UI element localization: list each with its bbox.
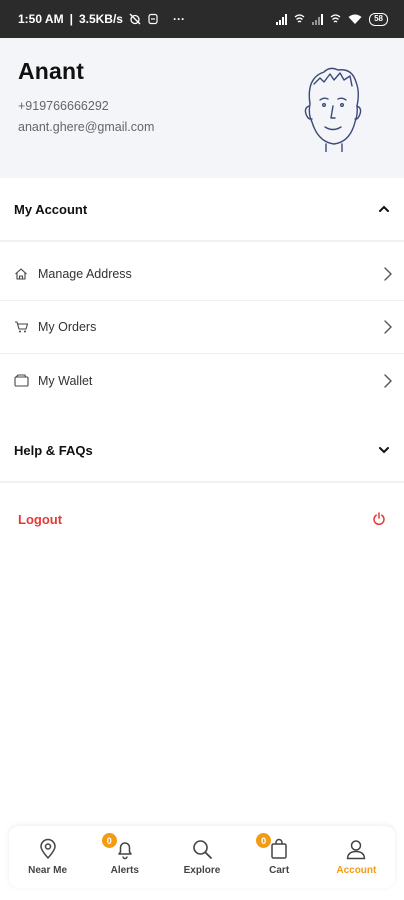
nav-item-near-me[interactable]: Near Me (13, 838, 83, 876)
status-separator: | (69, 12, 73, 26)
alarm-off-icon (129, 13, 141, 25)
signal-icon (276, 13, 288, 25)
logout-label: Logout (18, 511, 63, 527)
help-faqs-title: Help & FAQs (14, 442, 93, 458)
chevron-up-icon[interactable] (378, 204, 390, 214)
status-left: 1:50 AM | 3.5KB/s ··· (18, 12, 185, 26)
bag-icon (271, 838, 287, 859)
wifi-icon (348, 14, 362, 24)
chevron-right-icon (384, 373, 392, 388)
home-icon (14, 266, 30, 282)
search-icon (193, 840, 212, 859)
cart-icon (14, 319, 30, 335)
nav-label: Near Me (28, 865, 68, 876)
nav-label: Explore (183, 865, 221, 876)
nav-label: Cart (269, 865, 290, 876)
status-right: 58 (276, 12, 388, 26)
alerts-badge: 0 (101, 833, 117, 848)
my-account-menu: Manage Address My Orders My Wallet (0, 242, 404, 419)
nav-label: Account (336, 865, 377, 876)
menu-item-label: Manage Address (38, 267, 132, 281)
nav-item-cart[interactable]: 0 Cart (244, 833, 314, 876)
bell-icon (118, 842, 132, 860)
location-pin-icon (39, 838, 56, 859)
nav-item-alerts[interactable]: 0 Alerts (90, 833, 160, 876)
power-icon (373, 512, 385, 526)
help-faqs-header[interactable]: Help & FAQs (0, 419, 404, 481)
status-more-icon: ··· (172, 12, 185, 26)
menu-item-label: My Orders (38, 320, 97, 334)
my-account-header[interactable]: My Account (0, 178, 404, 240)
status-bar: 1:50 AM | 3.5KB/s ··· 58 (0, 0, 404, 38)
nav-item-explore[interactable]: Explore (167, 838, 237, 876)
bottom-nav: Near Me 0 Alerts Explore 0 Cart Account (9, 826, 395, 888)
nav-label: Alerts (110, 865, 139, 876)
menu-item-my-wallet[interactable]: My Wallet (0, 354, 404, 407)
wallet-icon (14, 373, 30, 389)
profile-header: Anant +919766666292 anant.ghere@gmail.co… (0, 38, 404, 178)
menu-item-manage-address[interactable]: Manage Address (0, 248, 404, 301)
logout-row[interactable]: Logout (0, 483, 404, 555)
menu-item-my-orders[interactable]: My Orders (0, 301, 404, 354)
signal-2-icon (312, 13, 324, 25)
avatar-illustration[interactable] (300, 64, 366, 152)
notification-icon (148, 13, 158, 25)
status-network-speed: 3.5KB/s (78, 12, 123, 26)
nav-item-account[interactable]: Account (321, 838, 391, 876)
chevron-right-icon (384, 267, 392, 281)
volte-2-icon (330, 13, 341, 22)
menu-item-label: My Wallet (38, 373, 93, 388)
my-account-title: My Account (14, 201, 88, 217)
chevron-down-icon[interactable] (378, 445, 390, 455)
battery-indicator: 58 (369, 12, 388, 26)
status-time: 1:50 AM (18, 12, 64, 26)
user-icon (347, 840, 366, 860)
chevron-right-icon (384, 320, 392, 334)
volte-icon (294, 13, 305, 22)
